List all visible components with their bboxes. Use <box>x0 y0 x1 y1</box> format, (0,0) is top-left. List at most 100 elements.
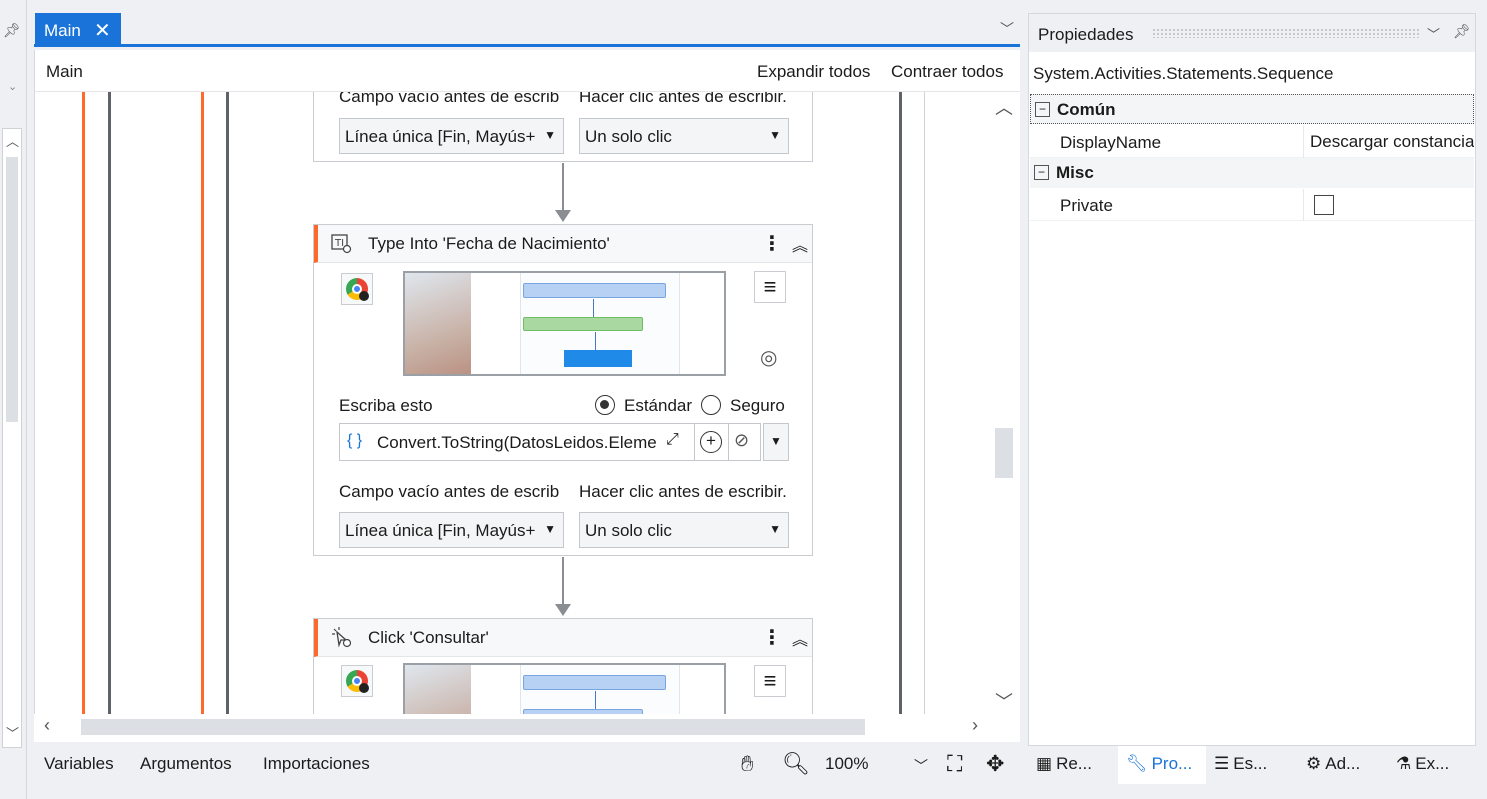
chevron-down-icon[interactable]: ﹀ <box>1427 24 1440 43</box>
private-checkbox[interactable] <box>1314 195 1334 215</box>
target-screenshot[interactable] <box>403 271 726 376</box>
document-tab-bar: Main ✕ ﹀ <box>34 11 1020 47</box>
left-collapsed-panel: 📌︎ ⌄ ︿ ﹀ <box>0 0 27 799</box>
scroll-down-icon[interactable]: ﹀ <box>995 688 1013 714</box>
property-row-private[interactable]: Private <box>1030 189 1474 221</box>
designer-footer: Variables Argumentos Importaciones ✋︎ 🔍︎… <box>34 742 1020 788</box>
wrench-icon: 🔧︎ <box>1126 754 1148 773</box>
collapse-icon[interactable]: − <box>1035 102 1050 117</box>
activities-icon: ⚙︎ <box>1306 754 1322 773</box>
expand-all-button[interactable]: Expandir todos <box>757 62 870 82</box>
property-row-displayname[interactable]: DisplayName Descargar constancia <box>1030 126 1474 158</box>
overview-icon[interactable]: ✥ <box>986 751 1004 777</box>
more-options-icon[interactable]: ⋮ <box>762 625 782 650</box>
scroll-up-icon[interactable]: ︿ <box>995 94 1013 120</box>
click-before-select[interactable]: Un solo clic ▼ <box>579 118 789 154</box>
property-value-displayname[interactable]: Descargar constancia <box>1310 132 1474 152</box>
canvas-vertical-scrollbar[interactable]: ︿ ﹀ <box>986 92 1020 714</box>
properties-title: Propiedades <box>1038 25 1134 44</box>
chevron-down-icon: ▼ <box>769 128 781 142</box>
collapse-icon[interactable]: ︽ <box>792 626 808 650</box>
canvas-horizontal-scrollbar[interactable]: ‹ › <box>34 714 1020 742</box>
empty-field-select[interactable]: Línea única [Fin, Mayús+ ▼ <box>339 512 564 548</box>
expression-value[interactable]: Convert.ToString(DatosLeidos.Eleme <box>377 433 656 453</box>
tab-properties[interactable]: 🔧︎ Pro... <box>1118 746 1206 784</box>
secure-radio[interactable] <box>701 395 721 415</box>
tab-resources[interactable]: ▦ Re... <box>1036 746 1118 784</box>
imports-tab[interactable]: Importaciones <box>263 754 370 774</box>
scroll-right-icon[interactable]: › <box>972 715 978 736</box>
plus-icon[interactable]: + <box>700 431 722 453</box>
collapse-icon[interactable]: − <box>1034 165 1049 180</box>
chevron-down-icon[interactable]: ﹀ <box>914 756 928 776</box>
target-icon[interactable]: ◎ <box>760 345 777 370</box>
workflow-canvas[interactable]: Campo vacío antes de escrib Hacer clic a… <box>34 92 986 714</box>
expression-dropdown-button[interactable]: ▼ <box>763 423 789 461</box>
click-card[interactable]: Click 'Consultar' ⋮ ︽ ≡ <box>313 618 813 714</box>
chrome-browser-icon[interactable] <box>341 665 373 697</box>
hand-pan-icon[interactable]: ✋︎ <box>741 751 754 777</box>
pin-icon[interactable]: 📌︎ <box>1453 23 1471 40</box>
chevron-down-icon[interactable]: ⌄ <box>8 80 17 93</box>
click-before-select[interactable]: Un solo clic ▼ <box>579 512 789 548</box>
flow-connector <box>562 163 564 213</box>
scroll-thumb[interactable] <box>995 428 1013 478</box>
properties-header: Propiedades ﹀ 📌︎ <box>1029 14 1475 52</box>
flow-connector <box>562 557 564 607</box>
secure-radio-label[interactable]: Seguro <box>730 396 785 416</box>
activity-title[interactable]: Type Into 'Fecha de Nacimiento' <box>368 234 610 254</box>
sequence-border-line <box>82 92 85 714</box>
expand-editor-icon[interactable]: ⤢ <box>666 431 679 449</box>
drag-grip[interactable] <box>1152 28 1420 38</box>
pin-icon[interactable]: 📌︎ <box>3 22 21 39</box>
target-screenshot[interactable] <box>403 663 726 714</box>
click-before-select-value: Un solo clic <box>585 127 672 146</box>
activity-title[interactable]: Click 'Consultar' <box>368 628 489 648</box>
svg-text:TI: TI <box>334 238 344 249</box>
type-into-card-previous[interactable]: Campo vacío antes de escrib Hacer clic a… <box>313 92 813 162</box>
scroll-left-icon[interactable]: ‹ <box>44 715 50 736</box>
activity-header[interactable]: TI Type Into 'Fecha de Nacimiento' ⋮ ︽ <box>314 225 812 263</box>
standard-radio-label[interactable]: Estándar <box>624 396 692 416</box>
standard-radio[interactable] <box>595 395 615 415</box>
tab-outline[interactable]: ☰ Es... <box>1214 746 1294 784</box>
category-misc[interactable]: − Misc <box>1030 158 1474 188</box>
click-before-label: Hacer clic antes de escribir. <box>579 92 787 106</box>
click-icon <box>332 627 352 648</box>
tab-label: Pro... <box>1151 754 1193 773</box>
more-options-icon[interactable]: ⋮ <box>762 231 782 256</box>
scroll-down-icon[interactable]: ﹀ <box>6 723 19 742</box>
type-this-label: Escriba esto <box>339 396 433 415</box>
chrome-browser-icon[interactable] <box>341 273 373 305</box>
collapse-icon[interactable]: ︽ <box>792 232 808 256</box>
variables-tab[interactable]: Variables <box>44 754 114 774</box>
tab-activities[interactable]: ⚙︎ Ad... <box>1306 746 1388 784</box>
scroll-up-icon[interactable]: ︿ <box>6 131 19 150</box>
zoom-icon[interactable]: 🔍︎ <box>782 751 810 777</box>
empty-field-select[interactable]: Línea única [Fin, Mayús+ ▼ <box>339 118 564 154</box>
text-expression-field[interactable]: { } Convert.ToString(DatosLeidos.Eleme ⤢… <box>339 423 761 461</box>
menu-icon[interactable]: ≡ <box>754 665 786 697</box>
tab-main[interactable]: Main ✕ <box>35 13 121 46</box>
arguments-tab[interactable]: Argumentos <box>140 754 232 774</box>
close-icon[interactable]: ✕ <box>94 18 111 43</box>
hide-eye-icon[interactable]: ⊘ <box>734 430 749 451</box>
left-scrollbar[interactable]: ︿ ﹀ <box>2 128 22 748</box>
click-before-select-value: Un solo clic <box>585 521 672 540</box>
menu-icon[interactable]: ≡ <box>754 271 786 303</box>
collapse-all-button[interactable]: Contraer todos <box>891 62 1003 82</box>
sequence-border-line <box>108 92 111 714</box>
sequence-border-line <box>201 92 204 714</box>
chevron-down-icon[interactable]: ﹀ <box>1000 19 1014 39</box>
fit-to-screen-icon[interactable]: ⛶ <box>947 751 962 777</box>
tab-explorer[interactable]: ⚗︎ Ex... <box>1396 746 1478 784</box>
outline-icon: ☰ <box>1214 754 1230 773</box>
scroll-thumb[interactable] <box>6 157 18 422</box>
zoom-level[interactable]: 100% <box>825 754 868 774</box>
category-comun[interactable]: − Común <box>1030 94 1474 124</box>
activity-header[interactable]: Click 'Consultar' ⋮ ︽ <box>314 619 812 657</box>
scroll-thumb[interactable] <box>81 719 865 735</box>
type-into-card[interactable]: TI Type Into 'Fecha de Nacimiento' ⋮ ︽ ≡… <box>313 224 813 556</box>
breadcrumb[interactable]: Main <box>46 62 83 82</box>
panel-tab-strip: ▦ Re... 🔧︎ Pro... ☰ Es... ⚙︎ Ad... ⚗︎ Ex... <box>1028 746 1487 788</box>
